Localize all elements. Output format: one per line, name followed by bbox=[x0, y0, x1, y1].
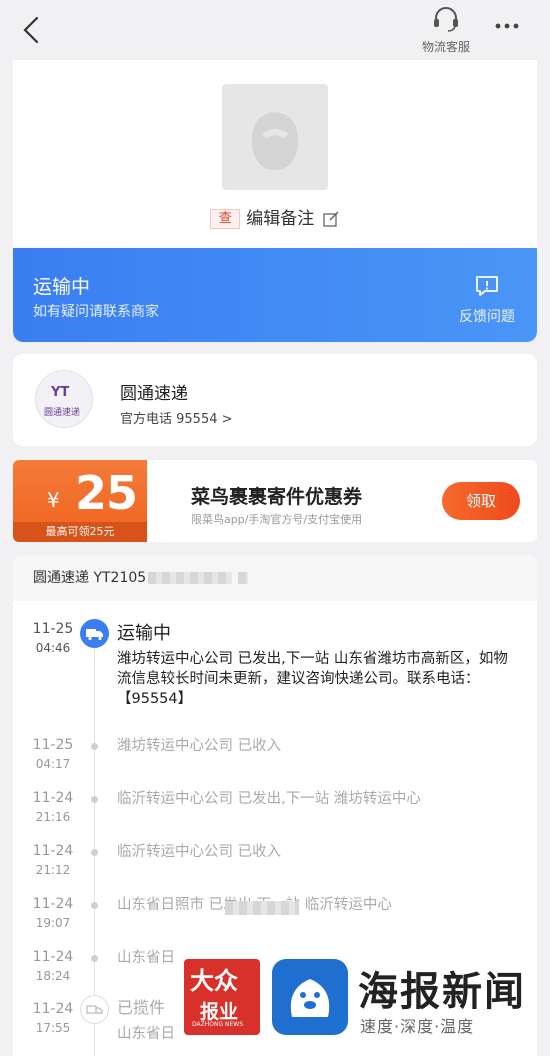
dazhong-logo-bottom: 报业 bbox=[200, 1001, 239, 1023]
event-date: 11-24 bbox=[32, 949, 74, 965]
logo-name: 圆通速递 bbox=[44, 408, 81, 418]
event-date: 11-25 bbox=[32, 621, 74, 637]
yto-logo: YT 圆通速递 bbox=[35, 370, 93, 428]
package-card: 查编辑备注 运输中 如有疑问请联系商家 反馈问题 bbox=[13, 60, 537, 342]
edit-icon bbox=[323, 211, 339, 227]
timeline-dot bbox=[91, 743, 98, 750]
event-text: 潍坊转运中心公司 已发出,下一站 山东省潍坊市高新区，如物流信息较长时间未更新，… bbox=[117, 651, 508, 707]
dazhong-logo-en: DAZHONG NEWS bbox=[192, 1021, 244, 1028]
timeline-dot bbox=[91, 849, 98, 856]
event-date: 11-24 bbox=[32, 896, 74, 912]
status-title: 运输中 bbox=[33, 276, 91, 298]
dazhong-logo-top: 大众 bbox=[190, 966, 238, 995]
feedback-icon bbox=[476, 276, 498, 296]
truck-icon bbox=[80, 619, 109, 648]
coupon-amount: 25 bbox=[75, 466, 138, 520]
shipping-status-banner: 运输中 如有疑问请联系商家 反馈问题 bbox=[13, 248, 537, 342]
dazhong-logo: 大众 报业 DAZHONG NEWS bbox=[184, 959, 260, 1035]
event-date: 11-25 bbox=[32, 737, 74, 753]
watermark-title: 海报新闻 bbox=[358, 969, 526, 1015]
logistics-service-label: 物流客服 bbox=[421, 40, 470, 54]
courier-card[interactable]: YT 圆通速递 圆通速递 官方电话 95554 > bbox=[13, 354, 537, 446]
watermark-slogan: 速度·深度·温度 bbox=[360, 1017, 475, 1036]
event-date: 11-24 bbox=[32, 1001, 74, 1017]
pickup-icon bbox=[80, 995, 109, 1024]
redacted-address bbox=[225, 901, 299, 915]
event-date: 11-24 bbox=[32, 790, 74, 806]
tracking-number-header[interactable]: 圆通速递 YT2105 bbox=[13, 555, 537, 601]
coupon-banner[interactable]: ¥ 25 最高可领25元 菜鸟裹裹寄件优惠券 限菜鸟app/手淘官方号/支付宝使… bbox=[13, 460, 537, 542]
news-watermark: 大众 报业 DAZHONG NEWS 海报新闻 速度·深度·温度 bbox=[180, 955, 540, 1050]
event-text: 临沂转运中心公司 已发出,下一站 潍坊转运中心 bbox=[117, 791, 421, 807]
timeline-dot bbox=[91, 902, 98, 909]
event-time: 21:16 bbox=[35, 810, 71, 824]
seal-logo bbox=[272, 959, 348, 1035]
event-time: 21:12 bbox=[35, 863, 71, 877]
coupon-currency: ¥ bbox=[47, 488, 60, 512]
logo-mark: YT bbox=[51, 385, 70, 400]
coupon-perforation bbox=[145, 460, 153, 542]
event-text: 山东省日照市 已发出,下一站 临沂转运中心 bbox=[117, 897, 392, 913]
timeline-dot bbox=[91, 796, 98, 803]
headset-icon bbox=[434, 7, 458, 32]
event-time: 17:55 bbox=[35, 1021, 71, 1035]
event-text: 潍坊转运中心公司 已收入 bbox=[117, 738, 282, 754]
feedback-button[interactable]: 反馈问题 bbox=[455, 274, 519, 326]
event-title: 运输中 bbox=[117, 623, 171, 644]
event-time: 19:07 bbox=[35, 916, 71, 930]
package-image-placeholder bbox=[222, 84, 328, 190]
timeline-line bbox=[94, 623, 95, 1056]
coupon-subtitle: 限菜鸟app/手淘官方号/支付宝使用 bbox=[191, 513, 363, 526]
coupon-max-label: 最高可领25元 bbox=[13, 522, 147, 542]
coupon-amount-panel: ¥ 25 最高可领25元 bbox=[13, 460, 147, 542]
edit-note-label: 编辑备注 bbox=[246, 209, 315, 229]
event-time: 18:24 bbox=[35, 969, 71, 983]
courier-phone-link[interactable]: 官方电话 95554 > bbox=[120, 408, 233, 427]
tracking-number: 圆通速递 YT2105 bbox=[33, 570, 147, 586]
event-date: 11-24 bbox=[32, 843, 74, 859]
event-time: 04:17 bbox=[35, 757, 71, 771]
logistics-service-button[interactable]: 物流客服 bbox=[416, 6, 476, 55]
redacted-number-tail bbox=[238, 572, 249, 584]
coupon-title: 菜鸟裹裹寄件优惠券 bbox=[191, 486, 363, 508]
back-icon[interactable] bbox=[18, 14, 48, 46]
top-bar: 物流客服 bbox=[0, 0, 550, 60]
more-icon[interactable] bbox=[492, 14, 522, 38]
edit-note-row[interactable]: 查编辑备注 bbox=[13, 204, 537, 229]
feedback-label: 反馈问题 bbox=[459, 309, 515, 325]
status-subtitle: 如有疑问请联系商家 bbox=[33, 304, 159, 320]
query-tag: 查 bbox=[210, 209, 241, 229]
courier-name: 圆通速递 bbox=[120, 384, 188, 404]
redacted-number bbox=[148, 572, 233, 584]
claim-button[interactable]: 领取 bbox=[442, 482, 520, 520]
timeline-dot bbox=[91, 955, 98, 962]
event-text: 临沂转运中心公司 已收入 bbox=[117, 844, 282, 860]
event-time: 04:46 bbox=[35, 641, 71, 655]
